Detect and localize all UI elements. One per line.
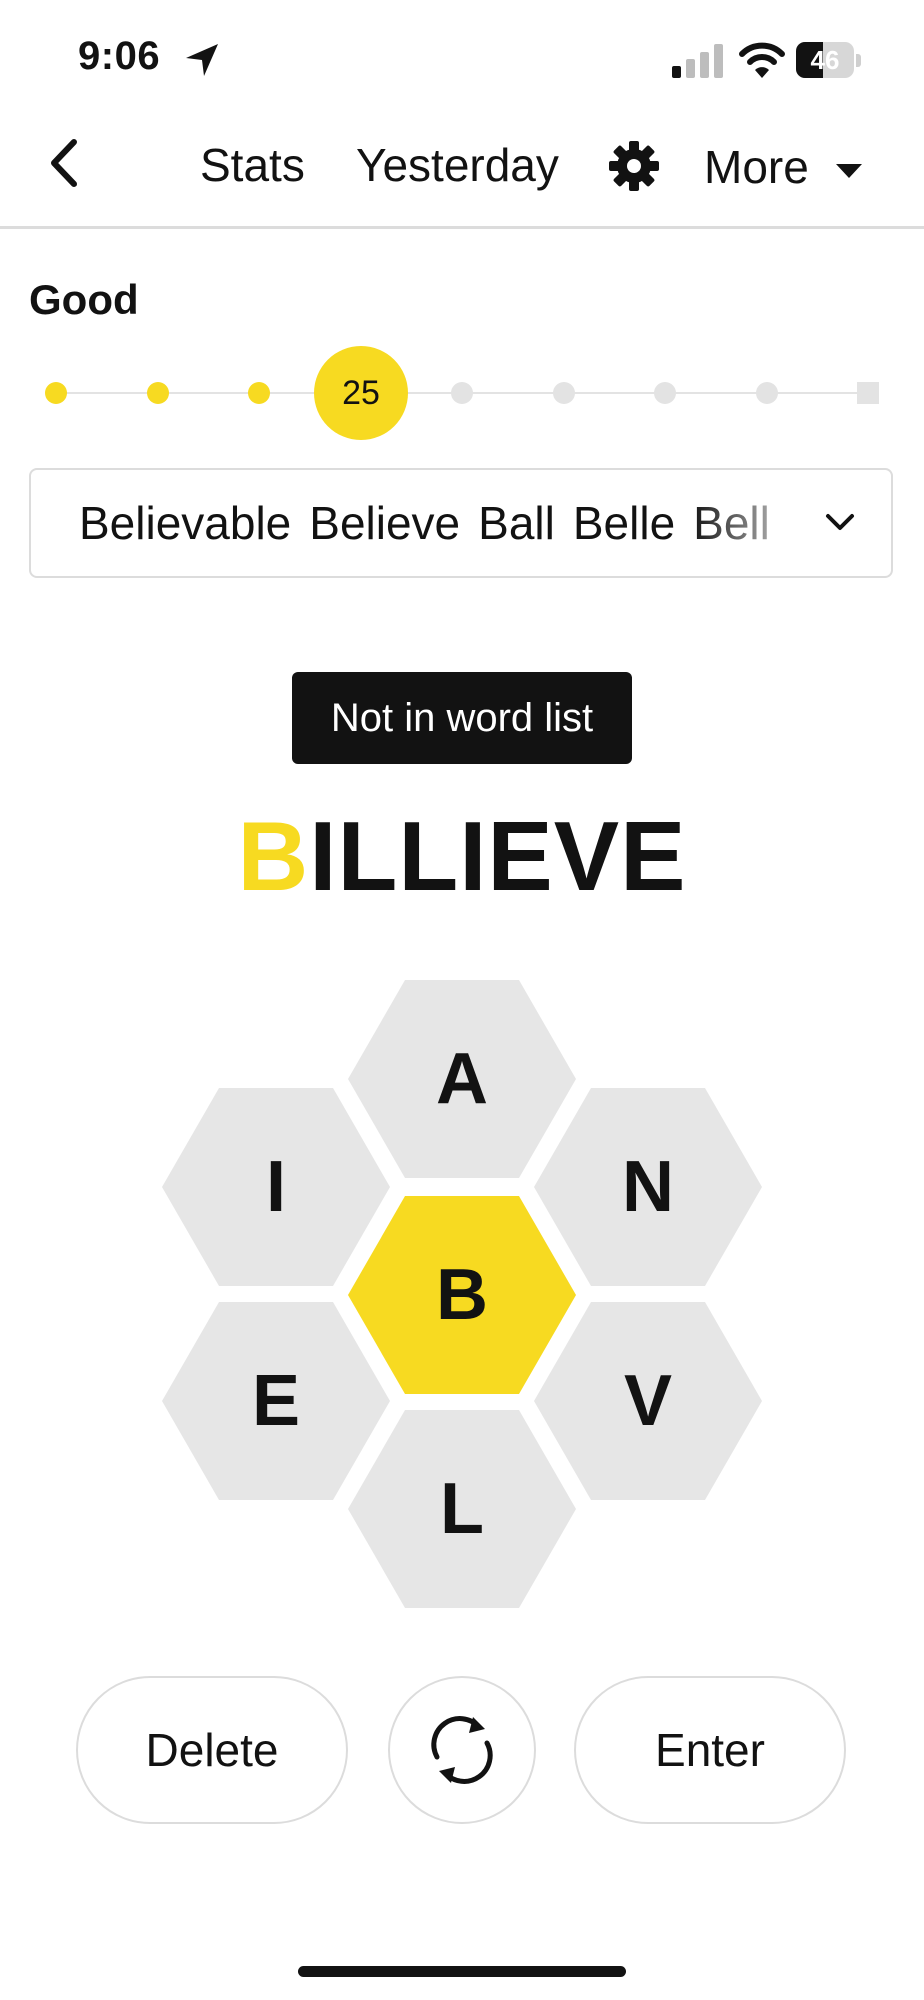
delete-button[interactable]: Delete [76, 1676, 348, 1824]
progress-step [146, 382, 169, 404]
found-words-dropdown[interactable]: BelievableBelieveBallBelleBell [29, 468, 893, 578]
current-word-input: BILLIEVE [0, 800, 924, 913]
current-word-center-letter: B [237, 801, 310, 911]
status-time: 9:06 [78, 34, 161, 78]
location-arrow-icon [186, 44, 218, 76]
battery-percent: 46 [810, 45, 840, 75]
hive-cell-bottom[interactable]: L [348, 1410, 576, 1608]
progress-step [755, 382, 778, 404]
back-chevron-icon[interactable] [44, 136, 84, 190]
shuffle-button[interactable] [388, 1676, 536, 1824]
stats-link[interactable]: Stats [200, 138, 305, 192]
cellular-signal-icon [672, 44, 723, 78]
caret-down-icon[interactable] [836, 164, 862, 178]
progress-step [654, 382, 676, 404]
progress-step [451, 382, 473, 404]
found-word: Believable [79, 497, 292, 549]
chevron-down-icon[interactable] [825, 512, 855, 534]
score-bubble: 25 [314, 346, 408, 440]
progress-step [248, 382, 270, 404]
hive-letter-bottom: L [440, 1469, 484, 1549]
enter-button[interactable]: Enter [574, 1676, 846, 1824]
found-word: Ball [478, 497, 555, 549]
progress-step-final [857, 382, 879, 404]
progress-step [552, 382, 575, 404]
rank-label: Good [29, 276, 139, 323]
found-word: Belle [572, 497, 676, 549]
nav-divider [0, 226, 924, 229]
current-word-rest: ILLIEVE [309, 801, 687, 911]
home-indicator [298, 1966, 626, 1977]
wifi-icon [739, 42, 785, 78]
progress-step [45, 382, 67, 404]
yesterday-link[interactable]: Yesterday [356, 138, 559, 192]
shuffle-icon [431, 1716, 493, 1784]
not-in-word-list-message: Not in word list [292, 672, 632, 764]
battery-indicator: 46 [796, 42, 862, 80]
more-menu-button[interactable]: More [704, 140, 809, 194]
found-word: Believe [309, 497, 461, 549]
gear-icon[interactable] [608, 140, 660, 192]
